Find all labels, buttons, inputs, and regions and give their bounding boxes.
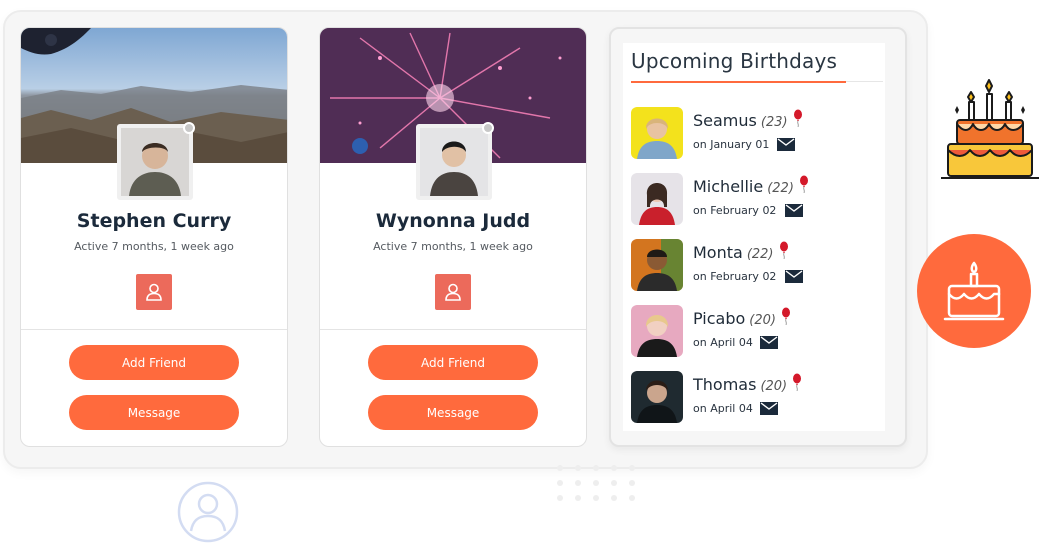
balloon-icon [793,109,802,127]
birthdays-panel: Upcoming Birthdays Seamus (23) on January… [623,43,885,431]
profile-icon [146,283,162,301]
birthday-name-line: Thomas (20) [693,373,802,394]
title-accent-underline [631,81,846,83]
mail-icon[interactable] [777,138,795,151]
member-name[interactable]: Wynonna Judd [320,210,586,232]
mail-icon[interactable] [760,402,778,415]
birthday-avatar[interactable] [631,371,683,423]
birthday-cake-icon [941,79,1039,179]
birthday-item: Monta (22) on February 02 [631,239,881,291]
birthday-avatar[interactable] [631,107,683,159]
birthday-avatar[interactable] [631,239,683,291]
upcoming-birthdays-widget: Upcoming Birthdays Seamus (23) on January… [609,27,907,447]
birthday-date: on April 04 [693,402,753,415]
birthday-name-line: Monta (22) [693,241,789,262]
birthday-item: Seamus (23) on January 01 [631,107,881,159]
birthday-name-line: Seamus (23) [693,109,803,130]
birthday-age: (23) [760,115,788,130]
birthday-avatar[interactable] [631,305,683,357]
balloon-icon [793,373,802,391]
avatar[interactable] [117,124,193,200]
decorative-dot-grid [557,465,635,501]
birthday-item: Michellie (22) on February 02 [631,173,881,225]
mail-icon[interactable] [785,270,803,283]
message-button[interactable]: Message [368,395,538,430]
mail-icon[interactable] [785,204,803,217]
member-name[interactable]: Stephen Curry [21,210,287,232]
birthday-date: on January 01 [693,138,770,151]
online-status-dot [183,122,195,134]
cake-outline-icon [943,261,1005,321]
birthday-age: (20) [749,313,776,328]
birthday-item: Picabo (20) on April 04 [631,305,881,357]
birthday-age: (20) [760,379,788,394]
mail-icon[interactable] [760,336,778,349]
view-profile-button[interactable] [435,274,471,310]
balloon-icon [781,307,790,325]
card-divider [21,329,287,330]
profile-icon [445,283,461,301]
add-friend-button[interactable]: Add Friend [368,345,538,380]
view-profile-button[interactable] [136,274,172,310]
birthday-name[interactable]: Picabo [693,309,745,328]
balloon-icon [779,241,788,259]
birthday-date: on February 02 [693,204,777,217]
birthday-name[interactable]: Monta [693,243,743,262]
last-active-text: Active 7 months, 1 week ago [373,240,533,253]
message-button[interactable]: Message [69,395,239,430]
birthday-name-line: Picabo (20) [693,307,791,328]
birthday-item: Thomas (20) on April 04 [631,371,881,423]
birthday-name-line: Michellie (22) [693,175,809,196]
birthday-age: (22) [767,181,794,196]
birthday-name[interactable]: Michellie [693,177,763,196]
birthday-date: on February 02 [693,270,777,283]
card-divider [320,329,586,330]
last-active-text: Active 7 months, 1 week ago [74,240,234,253]
widget-title: Upcoming Birthdays [631,49,838,73]
user-outline-icon [177,481,239,543]
birthday-date: on April 04 [693,336,753,349]
online-status-dot [482,122,494,134]
member-card: Wynonna Judd Active 7 months, 1 week ago… [319,27,587,447]
add-friend-button[interactable]: Add Friend [69,345,239,380]
birthday-name[interactable]: Seamus [693,111,757,130]
birthday-avatar[interactable] [631,173,683,225]
member-card: Stephen Curry Active 7 months, 1 week ag… [20,27,288,447]
birthday-age: (22) [746,247,774,262]
avatar[interactable] [416,124,492,200]
balloon-icon [799,175,808,193]
birthday-badge [917,234,1031,348]
birthday-name[interactable]: Thomas [693,375,756,394]
